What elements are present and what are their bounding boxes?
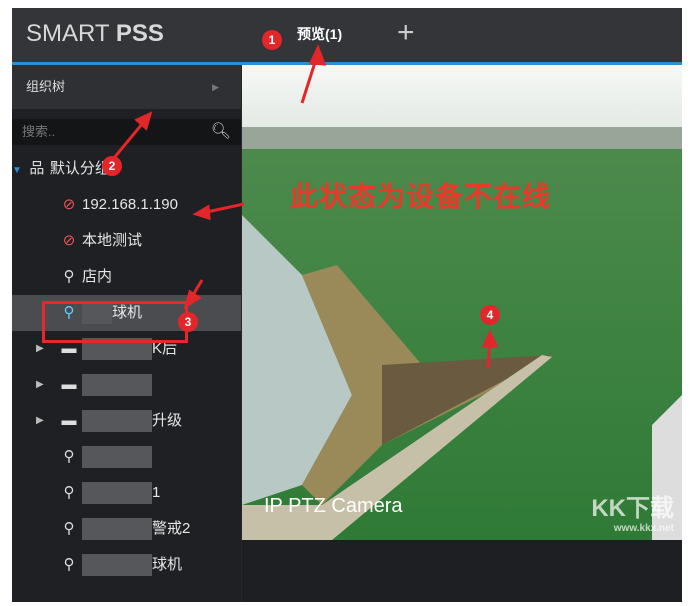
annotation-arrows (112, 44, 499, 369)
smart-pss-window: SMART PSS 预览(1) + 组织树 ▶ 搜索.. 🔍︎ ▼ 品默认分组 ⊘ 19… (12, 8, 682, 602)
